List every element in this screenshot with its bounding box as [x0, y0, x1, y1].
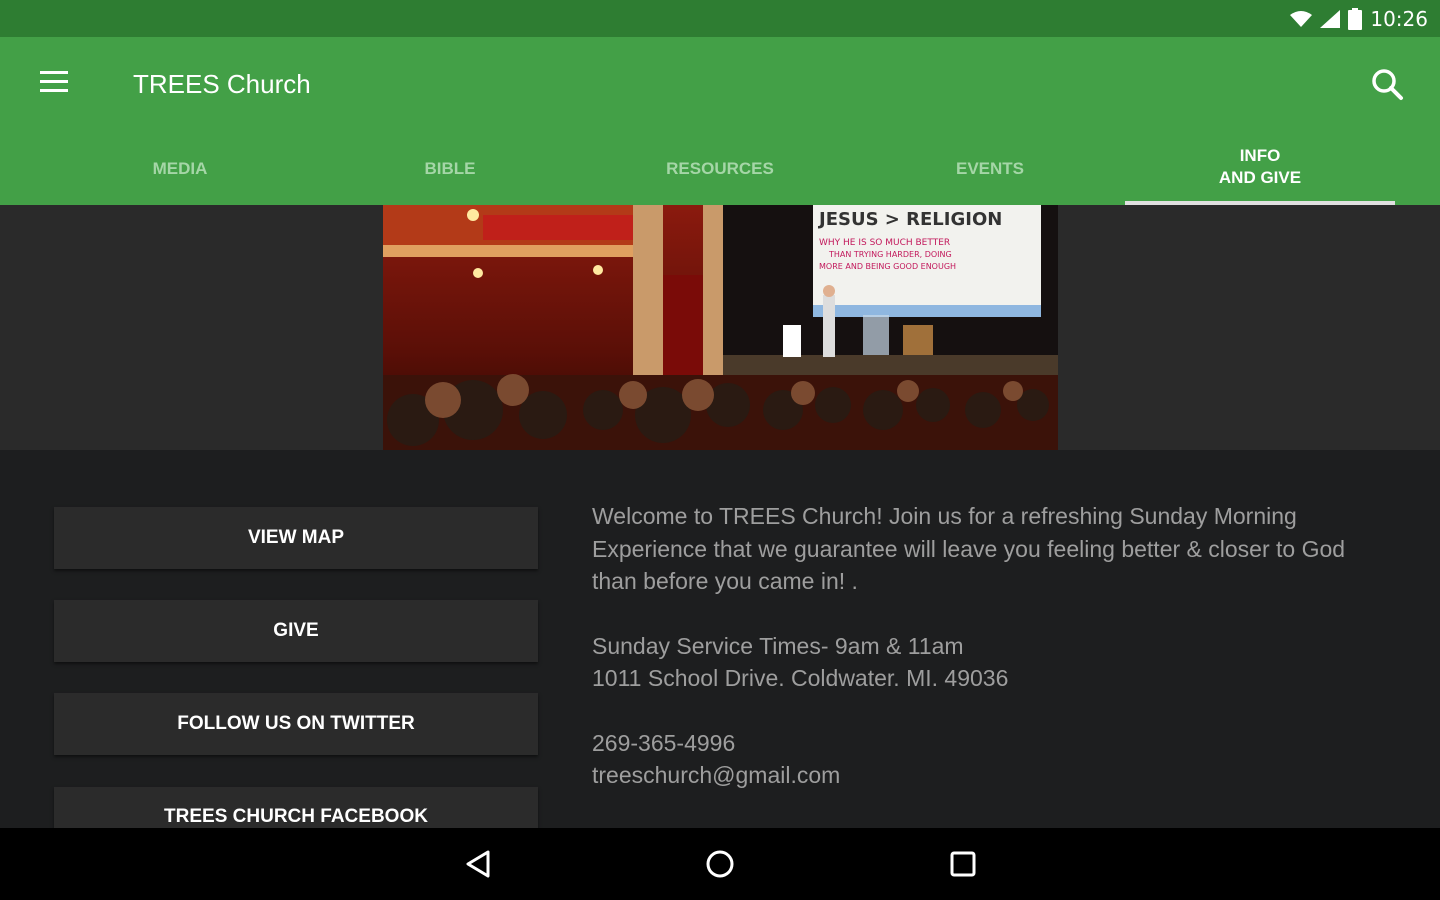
- hero-band: JESUS > RELIGION WHY HE IS SO MUCH BETTE…: [0, 205, 1440, 450]
- screen-line-2: THAN TRYING HARDER, DOING: [828, 250, 952, 259]
- search-icon[interactable]: [1370, 67, 1404, 101]
- app-title: TREES Church: [133, 69, 311, 99]
- hero-image: JESUS > RELIGION WHY HE IS SO MUCH BETTE…: [383, 205, 1058, 450]
- status-time: 10:26: [1370, 6, 1428, 31]
- follow-twitter-button[interactable]: FOLLOW US ON TWITTER: [54, 693, 538, 755]
- tab-bible[interactable]: BIBLE: [315, 133, 585, 205]
- info-content: VIEW MAP GIVE FOLLOW US ON TWITTER TREES…: [0, 450, 1440, 828]
- welcome-text: Welcome to TREES Church! Join us for a r…: [592, 503, 1346, 594]
- church-info: Welcome to TREES Church! Join us for a r…: [592, 500, 1392, 792]
- email-address[interactable]: treeschurch@gmail.com: [592, 759, 1392, 792]
- give-button[interactable]: GIVE: [54, 600, 538, 662]
- tab-info-and-give[interactable]: INFO AND GIVE: [1125, 133, 1395, 205]
- facebook-button[interactable]: TREES CHURCH FACEBOOK: [54, 787, 538, 828]
- battery-icon: [1348, 7, 1363, 30]
- address: 1011 School Drive. Coldwater. MI. 49036: [592, 665, 1009, 691]
- navigation-bar: [0, 828, 1440, 900]
- home-icon[interactable]: [700, 844, 740, 884]
- app-bar: TREES Church MEDIA BIBLE RESOURCES EVENT…: [0, 37, 1440, 205]
- screen-line-3: MORE AND BEING GOOD ENOUGH: [819, 262, 956, 271]
- cell-signal-icon: [1320, 9, 1341, 28]
- phone-number[interactable]: 269-365-4996: [592, 727, 1392, 760]
- view-map-button[interactable]: VIEW MAP: [54, 507, 538, 569]
- tab-media[interactable]: MEDIA: [45, 133, 315, 205]
- screen-title: JESUS > RELIGION: [817, 209, 1002, 230]
- menu-icon[interactable]: [36, 71, 72, 101]
- tab-events[interactable]: EVENTS: [855, 133, 1125, 205]
- status-bar: 10:26: [0, 0, 1440, 37]
- tab-resources[interactable]: RESOURCES: [585, 133, 855, 205]
- tab-bar: MEDIA BIBLE RESOURCES EVENTS INFO AND GI…: [0, 133, 1440, 205]
- back-icon[interactable]: [458, 844, 498, 884]
- screen-line-1: WHY HE IS SO MUCH BETTER: [819, 238, 950, 248]
- recents-icon[interactable]: [943, 844, 983, 884]
- service-times: Sunday Service Times- 9am & 11am: [592, 632, 964, 659]
- wifi-icon: [1290, 10, 1313, 27]
